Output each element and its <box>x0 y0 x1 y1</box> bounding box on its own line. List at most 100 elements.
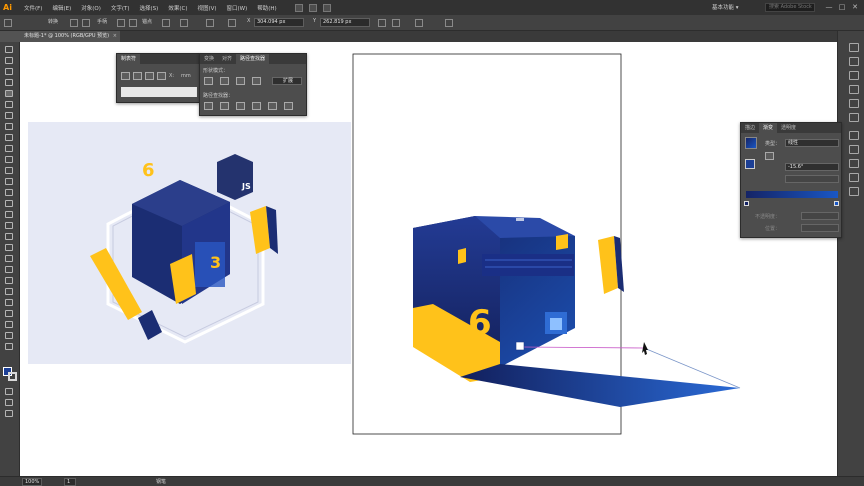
hand-tool[interactable] <box>5 332 15 341</box>
zoom-tool[interactable] <box>5 343 15 352</box>
width-tool[interactable] <box>5 200 15 209</box>
divide-icon[interactable] <box>204 102 213 110</box>
brushes-icon[interactable] <box>849 85 859 94</box>
artboard-number-field[interactable]: 1 <box>64 478 76 486</box>
crop-icon[interactable] <box>252 102 261 110</box>
menu-effect[interactable]: 效果(C) <box>163 4 192 12</box>
minus-back-icon[interactable] <box>284 102 293 110</box>
unite-icon[interactable] <box>204 77 213 85</box>
color-guide-icon[interactable] <box>849 187 859 196</box>
gradient-tool[interactable] <box>5 255 15 264</box>
gradient-slider-ramp[interactable] <box>746 191 838 198</box>
center-tab-icon[interactable] <box>133 72 142 80</box>
artboard-tool[interactable] <box>5 310 15 319</box>
stroke-icon[interactable] <box>849 131 859 140</box>
appearance-icon[interactable] <box>849 173 859 182</box>
menu-object[interactable]: 对象(O) <box>76 4 106 12</box>
hide-handles-icon[interactable] <box>129 19 137 27</box>
exclude-icon[interactable] <box>252 77 261 85</box>
menu-type[interactable]: 文字(T) <box>106 4 135 12</box>
slice-tool[interactable] <box>5 321 15 330</box>
tab-transparency[interactable]: 透明度 <box>777 123 800 133</box>
workspace-switcher[interactable]: 基本功能 ▾ <box>712 3 739 11</box>
paintbrush-tool[interactable] <box>5 145 15 154</box>
tab-tab-stops[interactable]: 制表符 <box>117 54 141 64</box>
gradient-preview-swatch[interactable] <box>745 137 757 149</box>
properties-icon[interactable] <box>849 43 859 52</box>
blend-tool[interactable] <box>5 277 15 286</box>
gradient-stop-end[interactable] <box>834 201 839 206</box>
arrange-documents-icon[interactable] <box>322 3 331 12</box>
zoom-field[interactable]: 100% <box>22 478 42 486</box>
menu-edit[interactable]: 编辑(E) <box>47 4 76 12</box>
direct-selection-tool[interactable] <box>5 57 15 66</box>
line-tool[interactable] <box>5 123 15 132</box>
merge-icon[interactable] <box>236 102 245 110</box>
symbol-sprayer-tool[interactable] <box>5 288 15 297</box>
lasso-tool[interactable] <box>5 79 15 88</box>
close-tab-icon[interactable]: × <box>113 31 117 42</box>
rectangle-tool[interactable] <box>5 134 15 143</box>
isolate-icon[interactable] <box>206 19 214 27</box>
scale-tool[interactable] <box>5 189 15 198</box>
layers-icon[interactable] <box>849 57 859 66</box>
transform-icon[interactable] <box>378 19 386 27</box>
color-mode-button[interactable] <box>5 388 15 397</box>
show-handles-icon[interactable] <box>117 19 125 27</box>
convert-corner-icon[interactable] <box>82 19 90 27</box>
canvas[interactable]: JS 6 3 6 制表符 X: mm 变换 对齐 路径查找器 形状模式： 扩展 … <box>20 42 837 476</box>
arrange-icon[interactable] <box>445 19 453 27</box>
gradient-aspect-field[interactable] <box>785 175 839 183</box>
magic-wand-tool[interactable] <box>5 68 15 77</box>
symbols-icon[interactable] <box>849 99 859 108</box>
outline-icon[interactable] <box>268 102 277 110</box>
gradient-edit-icon[interactable] <box>765 152 774 160</box>
gradient-opacity-field[interactable] <box>801 212 839 220</box>
screen-mode-button[interactable] <box>5 410 15 419</box>
anchor-point[interactable] <box>515 341 525 351</box>
stock-search-input[interactable]: 搜索 Adobe Stock <box>765 3 815 12</box>
document-tab[interactable]: 未标题-1* @ 100% (RGB/GPU 预览) × <box>20 31 120 42</box>
menu-file[interactable]: 文件(F) <box>19 4 47 12</box>
pen-tool[interactable] <box>5 90 15 99</box>
stroke-color-swatch[interactable] <box>8 372 17 381</box>
gradient-location-field[interactable] <box>801 224 839 232</box>
transparency-icon[interactable] <box>849 159 859 168</box>
tab-stroke[interactable]: 描边 <box>741 123 759 133</box>
gradient-icon[interactable] <box>849 145 859 154</box>
selection-tool[interactable] <box>5 46 15 55</box>
expand-button[interactable]: 扩展 <box>272 77 302 85</box>
eyedropper-tool[interactable] <box>5 266 15 275</box>
maximize-button[interactable]: □ <box>838 2 846 12</box>
menu-view[interactable]: 视图(V) <box>192 4 221 12</box>
align-icon[interactable] <box>228 19 236 27</box>
shape-builder-tool[interactable] <box>5 222 15 231</box>
gradient-type-select[interactable]: 线性 <box>785 139 839 147</box>
tab-pathfinder[interactable]: 路径查找器 <box>236 54 270 64</box>
x-coordinate-field[interactable]: 304.094 px <box>254 18 304 27</box>
free-transform-tool[interactable] <box>5 211 15 220</box>
graph-tool[interactable] <box>5 299 15 308</box>
tab-ruler[interactable] <box>121 87 197 97</box>
convert-smooth-icon[interactable] <box>70 19 78 27</box>
y-coordinate-field[interactable]: 262.819 px <box>320 18 370 27</box>
intersect-icon[interactable] <box>236 77 245 85</box>
remove-anchor-icon[interactable] <box>162 19 170 27</box>
mesh-tool[interactable] <box>5 244 15 253</box>
libraries-icon[interactable] <box>849 71 859 80</box>
eraser-tool[interactable] <box>5 167 15 176</box>
right-tab-icon[interactable] <box>145 72 154 80</box>
close-window-button[interactable]: ✕ <box>851 2 859 12</box>
draw-mode-button[interactable] <box>5 399 15 408</box>
gradient-stop-start[interactable] <box>744 201 749 206</box>
rotate-tool[interactable] <box>5 178 15 187</box>
tab-align[interactable]: 对齐 <box>218 54 236 64</box>
curvature-tool[interactable] <box>5 101 15 110</box>
cut-path-icon[interactable] <box>180 19 188 27</box>
menu-help[interactable]: 帮助(H) <box>252 4 281 12</box>
type-tool[interactable] <box>5 112 15 121</box>
bridge-icon[interactable] <box>294 3 303 12</box>
tab-gradient[interactable]: 渐变 <box>759 123 778 133</box>
perspective-grid-tool[interactable] <box>5 233 15 242</box>
gradient-angle-field[interactable]: -15.6° <box>785 163 839 171</box>
